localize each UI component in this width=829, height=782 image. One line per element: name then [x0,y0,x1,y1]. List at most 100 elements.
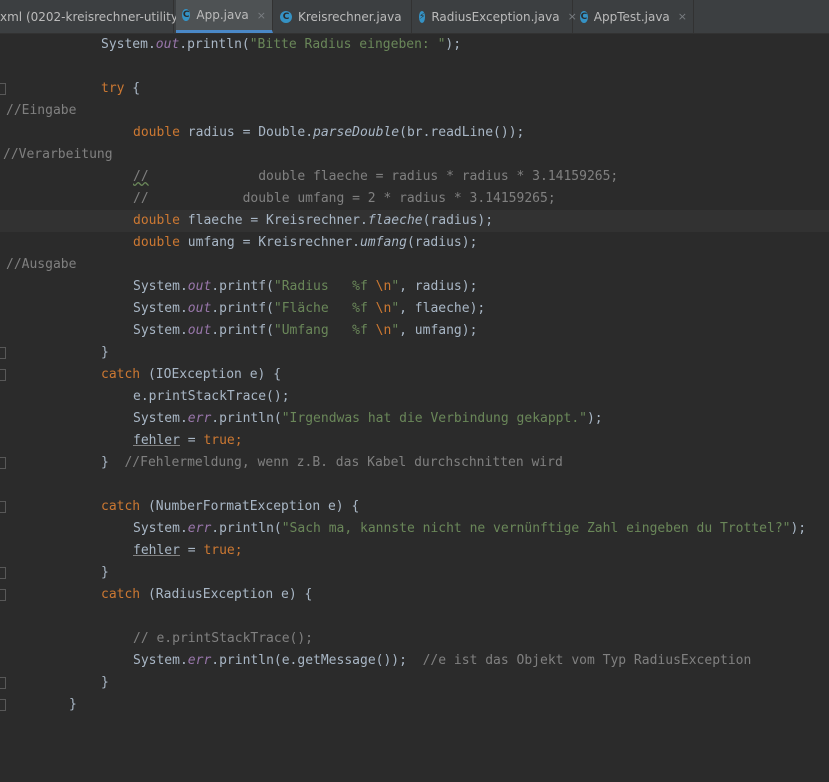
code-comment: //Eingabe [6,103,77,118]
code-line[interactable]: catch (NumberFormatException e) { [0,496,829,518]
code-variable: fehler [133,543,180,558]
code-token: flaeche = Kreisrechner. [179,213,368,228]
code-token: } [101,455,125,470]
code-line[interactable]: double umfang = Kreisrechner.umfang(radi… [0,232,829,254]
code-token: ; [234,543,243,558]
code-line-current[interactable]: double flaeche = Kreisrechner.flaeche(ra… [0,210,829,232]
code-token: ); [445,37,462,52]
code-line[interactable]: } [0,342,829,364]
class-icon: C [182,9,191,21]
code-line[interactable]: } [0,694,829,716]
code-keyword: double [133,235,180,250]
code-line[interactable]: catch (RadiusException e) { [0,584,829,606]
tab-radiusexception-java[interactable]: ⚡ RadiusException.java × [413,0,577,33]
tab-label: xml (0202-kreisrechner-utility) [0,9,183,24]
tab-app-java[interactable]: C App.java × [176,0,273,33]
test-class-icon: C [580,10,588,23]
code-keyword: true [203,433,235,448]
code-token: = [179,543,204,558]
code-line[interactable]: //Eingabe [0,100,829,122]
code-token: (radius); [422,213,494,228]
code-line[interactable]: //Ausgabe [0,254,829,276]
code-comment: double flaeche = radius * radius * 3.141… [148,169,619,184]
code-token: umfang [359,235,407,250]
tab-apptest-java[interactable]: C AppTest.java × [574,0,694,33]
close-icon[interactable]: × [678,10,687,23]
code-token: System. [133,301,188,316]
code-escape: \n [375,279,392,294]
code-line[interactable]: e.printStackTrace(); [0,386,829,408]
code-string: "Fläche %f [273,301,376,316]
code-line[interactable]: // double umfang = 2 * radius * 3.141592… [0,188,829,210]
code-line[interactable]: } [0,562,829,584]
fold-marker-icon[interactable] [0,457,6,469]
code-line[interactable]: System.out.printf("Fläche %f \n", flaech… [0,298,829,320]
code-line[interactable]: // double flaeche = radius * radius * 3.… [0,166,829,188]
fold-marker-icon[interactable] [0,83,6,95]
code-string: " [391,323,400,338]
code-line[interactable]: System.err.println("Irgendwas hat die Ve… [0,408,829,430]
code-keyword: double [133,213,180,228]
code-line[interactable]: fehler = true; [0,540,829,562]
fold-marker-icon[interactable] [0,369,6,381]
code-token: } [101,345,109,360]
code-token: ); [790,521,807,536]
code-line[interactable]: catch (IOException e) { [0,364,829,386]
code-line[interactable]: System.out.println("Bitte Radius eingebe… [0,34,829,56]
code-line[interactable]: double radius = Double.parseDouble(br.re… [0,122,829,144]
code-line[interactable]: try { [0,78,829,100]
code-line[interactable]: System.out.printf("Radius %f \n", radius… [0,276,829,298]
class-icon: C [280,10,292,23]
code-token: System. [133,521,188,536]
code-token: { [124,81,141,96]
code-token: (RadiusException e) { [140,587,313,602]
code-token: = [179,433,204,448]
code-token: err [187,521,212,536]
close-icon[interactable]: × [257,9,266,22]
code-token: System. [133,653,188,668]
fold-marker-icon[interactable] [0,501,6,513]
code-token: err [187,653,212,668]
tab-kreisrechner-java[interactable]: C Kreisrechner.java [274,0,412,33]
code-keyword: try [101,81,125,96]
fold-marker-icon[interactable] [0,567,6,579]
code-line[interactable]: fehler = true; [0,430,829,452]
code-line[interactable]: } [0,672,829,694]
fold-marker-icon[interactable] [0,699,6,711]
code-variable: fehler [133,433,180,448]
code-token: System. [133,411,188,426]
code-token: (NumberFormatException e) { [140,499,360,514]
code-string: "Radius %f [273,279,376,294]
code-token: (IOException e) { [140,367,282,382]
code-token: umfang = Kreisrechner. [179,235,360,250]
code-token: System. [133,279,188,294]
tab-label: Kreisrechner.java [298,9,402,24]
tab-label: RadiusException.java [431,9,560,24]
code-keyword: double [133,125,180,140]
code-comment: // double umfang = 2 * radius * 3.141592… [133,191,556,206]
code-token: .printf( [211,279,274,294]
code-string: "Irgendwas hat die Verbindung gekappt." [281,411,587,426]
code-string: "Umfang %f [273,323,376,338]
code-line[interactable]: //Verarbeitung [0,144,829,166]
fold-marker-icon[interactable] [0,347,6,359]
code-token: out [187,301,212,316]
code-string: " [391,279,400,294]
fold-marker-icon[interactable] [0,589,6,601]
code-token: ; [234,433,243,448]
code-token: , umfang); [399,323,478,338]
code-token: .println(e.getMessage()); [211,653,423,668]
code-line[interactable]: System.err.println("Sach ma, kannste nic… [0,518,829,540]
code-line[interactable]: System.out.printf("Umfang %f \n", umfang… [0,320,829,342]
tab-pom-xml[interactable]: xml (0202-kreisrechner-utility) × [0,0,200,33]
code-token: .printf( [211,301,274,316]
fold-marker-icon[interactable] [0,677,6,689]
code-token: ); [586,411,603,426]
code-token: parseDouble [313,125,400,140]
code-editor[interactable]: System.out.println("Bitte Radius eingebe… [0,34,829,717]
code-line[interactable]: // e.printStackTrace(); [0,628,829,650]
code-token: (br.readLine()); [399,125,525,140]
code-line[interactable]: } //Fehlermeldung, wenn z.B. das Kabel d… [0,452,829,474]
code-line[interactable]: System.err.println(e.getMessage()); //e … [0,650,829,672]
code-keyword: catch [101,499,141,514]
